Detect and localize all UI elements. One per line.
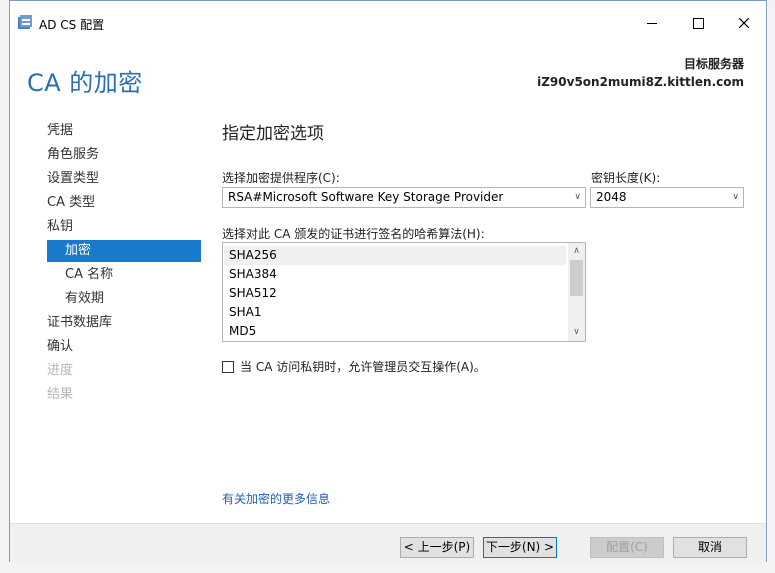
wizard-footer: < 上一步(P) 下一步(N) > 配置(C) 取消: [10, 523, 766, 563]
content-title: 指定加密选项: [222, 124, 324, 144]
nav-item-credentials[interactable]: 凭据: [47, 120, 73, 142]
scroll-up-icon[interactable]: ∧: [568, 243, 585, 260]
hash-algorithm-label: 选择对此 CA 颁发的证书进行签名的哈希算法(H):: [222, 227, 485, 241]
wizard-header: CA 的加密 目标服务器 iZ90v5on2mumi8Z.kittlen.com: [10, 37, 766, 107]
key-length-select-value: 2048: [596, 190, 627, 204]
provider-label: 选择加密提供程序(C):: [222, 171, 340, 185]
desktop-background-right: [768, 0, 775, 573]
key-length-select[interactable]: 2048 ∨: [590, 187, 744, 208]
nav-item-certificate-database[interactable]: 证书数据库: [47, 312, 112, 334]
list-item-sha512[interactable]: SHA512: [224, 284, 566, 303]
list-item-sha1[interactable]: SHA1: [224, 303, 566, 322]
scroll-down-icon[interactable]: ∨: [568, 324, 585, 341]
ad-cs-config-window: AD CS 配置 CA 的加密 目标服务器 iZ90v5on2mumi8Z.ki…: [9, 0, 767, 563]
minimize-button[interactable]: [630, 9, 674, 37]
nav-item-ca-type[interactable]: CA 类型: [47, 192, 95, 214]
list-item-sha384[interactable]: SHA384: [224, 265, 566, 284]
back-button[interactable]: < 上一步(P): [400, 537, 474, 558]
desktop-background-left: [0, 0, 9, 573]
admin-interaction-label[interactable]: 当 CA 访问私钥时，允许管理员交互操作(A)。: [240, 358, 486, 375]
nav-item-role-services[interactable]: 角色服务: [47, 144, 99, 166]
chevron-down-icon: ∨: [574, 192, 581, 202]
nav-item-confirmation[interactable]: 确认: [47, 336, 73, 358]
provider-select-value: RSA#Microsoft Software Key Storage Provi…: [228, 190, 504, 204]
cancel-button[interactable]: 取消: [673, 537, 747, 558]
nav-item-private-key[interactable]: 私钥: [47, 216, 73, 238]
list-scrollbar[interactable]: ∧ ∨: [568, 243, 585, 341]
admin-interaction-option[interactable]: 当 CA 访问私钥时，允许管理员交互操作(A)。: [222, 358, 486, 375]
configure-button: 配置(C): [590, 537, 664, 558]
nav-item-setup-type[interactable]: 设置类型: [47, 168, 99, 190]
server-manager-icon: [18, 15, 32, 29]
provider-select[interactable]: RSA#Microsoft Software Key Storage Provi…: [222, 187, 586, 208]
maximize-icon: [692, 17, 704, 29]
list-item-sha256[interactable]: SHA256: [224, 246, 566, 265]
close-button[interactable]: [722, 9, 766, 37]
nav-item-results: 结果: [47, 387, 74, 402]
maximize-button[interactable]: [676, 9, 720, 37]
nav-item-progress: 进度: [47, 363, 74, 378]
scroll-thumb[interactable]: [570, 260, 583, 296]
page-title: CA 的加密: [27, 69, 143, 97]
admin-interaction-checkbox[interactable]: [222, 360, 234, 373]
nav-item-ca-name[interactable]: CA 名称: [65, 264, 113, 286]
chevron-down-icon: ∨: [732, 192, 739, 202]
next-button[interactable]: 下一步(N) >: [483, 537, 557, 558]
nav-item-validity-period[interactable]: 有效期: [65, 288, 104, 310]
close-icon: [739, 18, 749, 28]
nav-item-cryptography[interactable]: 加密: [47, 240, 201, 262]
target-server-label: 目标服务器: [683, 57, 744, 71]
title-bar[interactable]: AD CS 配置: [10, 1, 766, 37]
more-info-link[interactable]: 有关加密的更多信息: [222, 490, 330, 507]
minimize-icon: [647, 22, 657, 24]
window-title: AD CS 配置: [39, 18, 105, 32]
target-server-name: iZ90v5on2mumi8Z.kittlen.com: [537, 75, 744, 89]
list-item-md5[interactable]: MD5: [224, 322, 566, 341]
key-length-label: 密钥长度(K):: [591, 171, 661, 185]
hash-algorithm-list[interactable]: SHA256 SHA384 SHA512 SHA1 MD5 ∧ ∨: [222, 242, 586, 342]
desktop-background-bottom: [0, 562, 775, 573]
